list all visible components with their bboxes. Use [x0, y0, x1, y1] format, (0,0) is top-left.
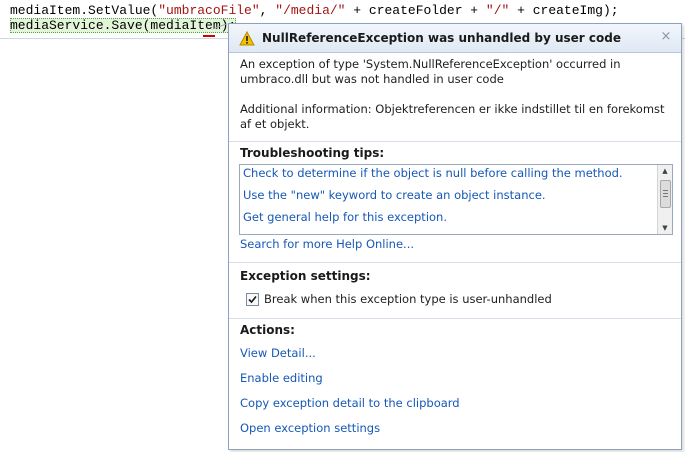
- close-icon[interactable]: ×: [659, 30, 673, 44]
- exception-settings-heading: Exception settings:: [240, 269, 371, 283]
- action-copy-exception-detail[interactable]: Copy exception detail to the clipboard: [240, 396, 460, 410]
- grip-line: [663, 190, 668, 191]
- additional-information: Additional information: Objektreferencen…: [240, 102, 665, 131]
- scroll-up-icon[interactable]: ▲: [658, 165, 672, 177]
- code-line-setvalue: mediaItem.SetValue("umbracoFile", "/medi…: [10, 3, 619, 18]
- scroll-thumb[interactable]: [660, 180, 671, 208]
- grip-line: [663, 193, 668, 194]
- tips-scrollbar[interactable]: ▲ ▼: [657, 165, 672, 234]
- actions-heading: Actions:: [240, 323, 295, 337]
- exception-assistant-popup: NullReferenceException was unhandled by …: [228, 23, 682, 450]
- code-text: ,: [259, 3, 276, 18]
- troubleshooting-heading: Troubleshooting tips:: [240, 146, 385, 160]
- action-enable-editing[interactable]: Enable editing: [240, 371, 323, 385]
- action-open-exception-settings[interactable]: Open exception settings: [240, 421, 380, 435]
- section-divider: [229, 262, 681, 263]
- warning-icon: [239, 30, 255, 46]
- section-divider: [229, 318, 681, 319]
- checkmark-icon: [248, 295, 257, 304]
- break-on-exception-checkbox[interactable]: [246, 293, 259, 306]
- exception-message: An exception of type 'System.NullReferen…: [240, 57, 621, 86]
- section-divider: [229, 141, 681, 142]
- string-literal: "umbracoFile": [158, 3, 260, 18]
- popup-title-bar: NullReferenceException was unhandled by …: [229, 24, 681, 53]
- grip-line: [663, 196, 668, 197]
- code-text: mediaItem.SetValue(: [10, 3, 159, 18]
- tip-link-null-check[interactable]: Check to determine if the object is null…: [243, 166, 623, 180]
- string-literal: "/": [485, 3, 510, 18]
- string-literal: "/media/": [275, 3, 346, 18]
- tip-link-general-help[interactable]: Get general help for this exception.: [243, 210, 447, 224]
- troubleshooting-tips-list[interactable]: Check to determine if the object is null…: [239, 164, 673, 235]
- code-text: + createFolder +: [345, 3, 486, 18]
- search-help-online-link[interactable]: Search for more Help Online...: [240, 237, 414, 251]
- break-on-exception-label[interactable]: Break when this exception type is user-u…: [264, 292, 552, 306]
- popup-title: NullReferenceException was unhandled by …: [262, 31, 621, 45]
- tip-link-new-keyword[interactable]: Use the "new" keyword to create an objec…: [243, 188, 546, 202]
- action-view-detail[interactable]: View Detail...: [240, 346, 316, 360]
- scroll-down-icon[interactable]: ▼: [658, 222, 672, 234]
- error-squiggle: [203, 31, 215, 37]
- code-text: + createImg);: [509, 3, 619, 18]
